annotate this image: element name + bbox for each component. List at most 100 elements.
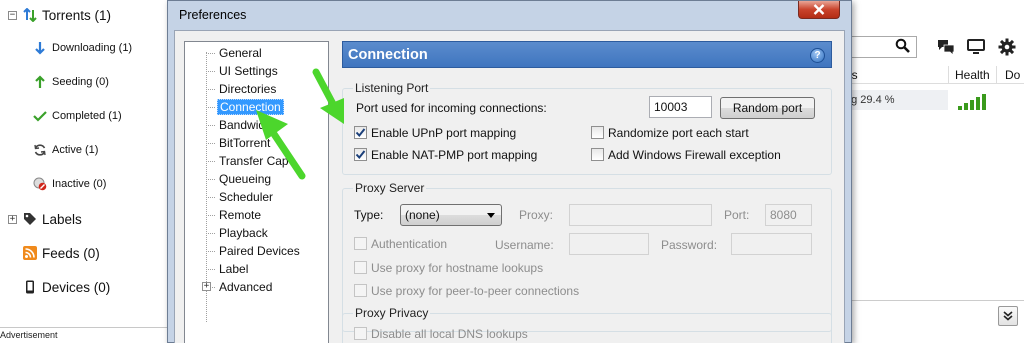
download-arrow-icon: [32, 40, 48, 56]
sidebar-item-devices[interactable]: Devices (0): [22, 276, 110, 298]
gear-icon[interactable]: [997, 37, 1017, 57]
sidebar-item-torrents[interactable]: − Torrents (1): [8, 4, 111, 26]
randomize-port-label: Randomize port each start: [608, 126, 749, 140]
column-header-label: Do: [1005, 67, 1021, 82]
dns-lookups-label: Disable all local DNS lookups: [371, 327, 528, 341]
tree-item-general[interactable]: General: [185, 44, 262, 62]
refresh-icon: [32, 142, 48, 158]
advertisement-label: Advertisement: [0, 330, 58, 340]
select-value: (none): [405, 208, 440, 222]
chat-icon[interactable]: [936, 37, 956, 57]
tree-item-label[interactable]: Label: [185, 260, 248, 278]
tree-item-label: Remote: [219, 208, 262, 222]
dns-lookups-checkbox[interactable]: [354, 327, 367, 340]
proxy-type-select[interactable]: (none): [400, 204, 502, 226]
tree-item-label: Queueing: [219, 172, 272, 186]
tree-item-label-selected: Connection: [217, 99, 284, 115]
tree-item-directories[interactable]: Directories: [185, 80, 276, 98]
column-header-down[interactable]: Do: [996, 66, 1024, 84]
sidebar-item-downloading[interactable]: Downloading (1): [32, 37, 132, 59]
tree-item-remote[interactable]: Remote: [185, 206, 261, 224]
section-title: Connection: [348, 46, 428, 63]
port-label: Port used for incoming connections:: [356, 101, 547, 115]
listening-port-group: Listening Port Port used for incoming co…: [342, 81, 832, 175]
search-icon[interactable]: [895, 38, 911, 57]
tree-expand-icon[interactable]: +: [202, 282, 211, 291]
authentication-checkbox[interactable]: [354, 237, 367, 250]
close-icon: [813, 4, 825, 15]
tree-item-ui-settings[interactable]: UI Settings: [185, 62, 278, 80]
proxy-host-label: Proxy:: [519, 208, 554, 222]
sidebar-item-seeding[interactable]: Seeding (0): [32, 71, 109, 93]
username-input[interactable]: [569, 233, 649, 255]
tree-item-advanced[interactable]: Advanced: [185, 278, 272, 296]
tree-item-label: Advanced: [219, 280, 273, 294]
tree-item-bandwidth[interactable]: Bandwidth: [185, 116, 275, 134]
proxy-port-input[interactable]: 8080: [765, 204, 812, 226]
sidebar-item-label: Feeds (0): [42, 245, 100, 261]
sidebar-item-feeds[interactable]: Feeds (0): [22, 242, 100, 264]
tree-item-playback[interactable]: Playback: [185, 224, 268, 242]
password-input[interactable]: [731, 233, 812, 255]
tree-item-label: Scheduler: [219, 190, 274, 204]
tree-item-bittorrent[interactable]: BitTorrent: [185, 134, 270, 152]
checkmark-icon: [32, 108, 48, 124]
tree-item-scheduler[interactable]: Scheduler: [185, 188, 273, 206]
dropdown-arrow-icon: [487, 213, 495, 218]
chevron-down-icon: [1003, 311, 1013, 321]
p2p-proxy-checkbox[interactable]: [354, 284, 367, 297]
sidebar-item-active[interactable]: Active (1): [32, 139, 98, 161]
proxy-host-input[interactable]: [569, 204, 712, 226]
sidebar: − Torrents (1) Downloading (1) Seeding (…: [0, 0, 172, 343]
collapse-icon[interactable]: −: [8, 10, 17, 20]
preferences-dialog: Preferences General UI Settings Director…: [167, 0, 852, 343]
sidebar-item-label: Torrents (1): [42, 7, 112, 23]
authentication-label: Authentication: [371, 237, 448, 251]
natpmp-checkbox[interactable]: [354, 148, 367, 161]
tree-item-label: BitTorrent: [219, 136, 271, 150]
sidebar-item-label: Seeding (0): [52, 76, 109, 88]
expand-icon[interactable]: +: [8, 214, 17, 224]
column-header-status[interactable]: us: [845, 66, 948, 84]
tree-item-queueing[interactable]: Queueing: [185, 170, 271, 188]
expand-panel-button[interactable]: [998, 306, 1018, 326]
upload-arrow-icon: [32, 74, 48, 90]
firewall-checkbox[interactable]: [591, 148, 604, 161]
close-button[interactable]: [798, 1, 840, 19]
dialog-title: Preferences: [179, 8, 247, 22]
sidebar-item-label: Labels: [42, 211, 82, 227]
tree-item-label: Transfer Cap: [219, 154, 289, 168]
tree-item-transfer-cap[interactable]: Transfer Cap: [185, 152, 289, 170]
tree-item-label: General: [219, 46, 262, 60]
section-header: Connection ?: [342, 41, 832, 68]
tree-item-paired-devices[interactable]: Paired Devices: [185, 242, 300, 260]
status-cell: ng 29.4 %: [845, 90, 948, 110]
tree-item-label: UI Settings: [219, 64, 278, 78]
proxy-privacy-group: Proxy Privacy Disable all local DNS look…: [342, 306, 832, 343]
randomize-port-checkbox[interactable]: [591, 126, 604, 139]
natpmp-label: Enable NAT-PMP port mapping: [371, 148, 538, 162]
p2p-proxy-label: Use proxy for peer-to-peer connections: [371, 284, 580, 298]
tree-item-label: Bandwidth: [219, 118, 276, 132]
password-label: Password:: [661, 238, 718, 252]
random-port-button[interactable]: Random port: [720, 97, 815, 119]
group-title: Proxy Privacy: [353, 306, 431, 320]
sidebar-item-labels[interactable]: + Labels: [8, 208, 82, 230]
monitor-icon[interactable]: [966, 37, 986, 57]
port-input[interactable]: 10003: [649, 96, 712, 118]
sidebar-item-inactive[interactable]: Inactive (0): [32, 173, 106, 195]
proxy-port-label: Port:: [724, 208, 750, 222]
upnp-checkbox[interactable]: [354, 126, 367, 139]
help-icon[interactable]: ?: [810, 48, 825, 63]
proxy-type-label: Type:: [354, 208, 384, 222]
sidebar-item-label: Inactive (0): [52, 178, 107, 190]
health-bars-icon: [958, 94, 986, 110]
column-header-label: Health: [955, 67, 990, 82]
column-header-health[interactable]: Health: [948, 66, 996, 84]
group-title: Listening Port: [353, 81, 431, 95]
tree-item-connection[interactable]: Connection: [185, 98, 284, 116]
sidebar-item-label: Downloading (1): [52, 42, 133, 54]
hostname-lookups-checkbox[interactable]: [354, 261, 367, 274]
inactive-icon: [32, 176, 48, 192]
sidebar-item-completed[interactable]: Completed (1): [32, 105, 122, 127]
